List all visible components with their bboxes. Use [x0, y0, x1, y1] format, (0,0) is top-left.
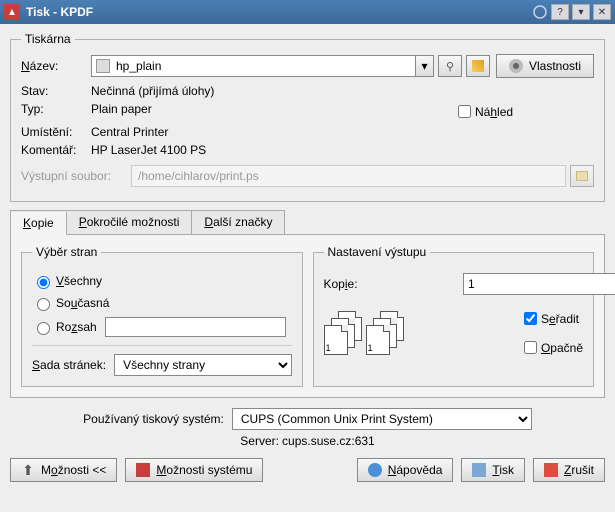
wizard-button[interactable] — [466, 55, 490, 77]
copies-input[interactable] — [463, 273, 615, 295]
print-system-row: Používaný tiskový systém: CUPS (Common U… — [10, 408, 605, 430]
printer-legend: Tiskárna — [21, 32, 75, 46]
comment-value: HP LaserJet 4100 PS — [91, 143, 454, 157]
config-icon — [136, 463, 150, 477]
tab-advanced[interactable]: Pokročilé možnosti — [67, 211, 193, 234]
system-options-button[interactable]: Možnosti systému — [125, 458, 263, 482]
type-value: Plain paper — [91, 102, 454, 121]
help-label: Nápověda — [388, 463, 443, 477]
printer-group: Tiskárna Název: hp_plain ▾ ⚲ Vlastnosti … — [10, 32, 605, 202]
cancel-icon — [544, 463, 558, 477]
page-selection-group: Výběr stran Všechny Současná Rozsah Sada… — [21, 245, 303, 387]
collate-graphic: 321 321 — [324, 311, 404, 355]
wand-icon — [472, 60, 484, 72]
copies-spinner: ▲ ▼ — [463, 273, 583, 295]
bottom-button-bar: ⬆ Možnosti << Možnosti systému Nápověda T… — [10, 458, 605, 482]
preview-checkbox-row: Náhled — [454, 102, 594, 121]
window-title: Tisk - KPDF — [26, 5, 528, 19]
tab-panel-copies: Výběr stran Všechny Současná Rozsah Sada… — [10, 234, 605, 398]
cancel-label: Zrušit — [564, 463, 594, 477]
server-row: Server: cups.suse.cz:631 — [10, 434, 605, 448]
cancel-button[interactable]: Zrušit — [533, 458, 605, 482]
range-input[interactable] — [105, 317, 286, 337]
help-titlebar-button[interactable]: ? — [551, 4, 569, 20]
page-selection-legend: Výběr stran — [32, 245, 101, 259]
system-options-label: Možnosti systému — [156, 463, 252, 477]
copies-label: Kopie: — [324, 277, 382, 291]
server-value: cups.suse.cz:631 — [282, 434, 375, 448]
radio-range-label: Rozsah — [56, 320, 97, 334]
pageset-label: Sada stránek: — [32, 358, 106, 372]
radio-current-label: Současná — [56, 296, 109, 310]
printer-dropdown-button[interactable]: ▾ — [416, 55, 434, 77]
printer-select[interactable]: hp_plain — [91, 55, 416, 77]
output-file-label: Výstupní soubor: — [21, 169, 131, 183]
printer-name-value: hp_plain — [116, 59, 161, 73]
close-button[interactable]: ✕ — [593, 4, 611, 20]
help-icon — [368, 463, 382, 477]
pin-icon: ⚲ — [446, 60, 454, 73]
preview-checkbox[interactable] — [458, 105, 471, 118]
radio-current[interactable] — [37, 298, 50, 311]
location-value: Central Printer — [91, 125, 454, 139]
output-settings-legend: Nastavení výstupu — [324, 245, 431, 259]
radio-all[interactable] — [37, 276, 50, 289]
state-value: Nečinná (přijímá úlohy) — [91, 84, 454, 98]
reverse-checkbox[interactable] — [524, 341, 537, 354]
options-label: Možnosti << — [41, 463, 106, 477]
output-settings-group: Nastavení výstupu Kopie: ▲ ▼ 321 321 Seř… — [313, 245, 595, 387]
location-label: Umístění: — [21, 125, 91, 139]
tab-copies[interactable]: Kopie — [11, 212, 67, 235]
type-label: Typ: — [21, 102, 91, 121]
printer-action-icon — [472, 463, 486, 477]
printer-icon — [96, 59, 110, 73]
properties-label: Vlastnosti — [529, 59, 581, 73]
minimize-button[interactable]: ▾ — [572, 4, 590, 20]
pin-button[interactable]: ⚲ — [438, 55, 462, 77]
radio-all-label: Všechny — [56, 274, 102, 288]
preview-label: Náhled — [475, 105, 513, 119]
output-file-path: /home/cihlarov/print.ps — [131, 165, 566, 187]
tab-marks[interactable]: Další značky — [192, 211, 284, 234]
arrow-up-icon: ⬆ — [21, 463, 35, 477]
print-system-label: Používaný tiskový systém: — [83, 412, 224, 426]
server-label: Server: — [240, 434, 279, 448]
collate-checkbox[interactable] — [524, 312, 537, 325]
pageset-select[interactable]: Všechny strany — [114, 354, 291, 376]
comment-label: Komentář: — [21, 143, 91, 157]
browse-button — [570, 165, 594, 187]
properties-button[interactable]: Vlastnosti — [496, 54, 594, 78]
options-button[interactable]: ⬆ Možnosti << — [10, 458, 117, 482]
gear-icon — [509, 59, 523, 73]
reverse-label: Opačně — [541, 341, 583, 355]
folder-icon — [576, 171, 588, 181]
titlebar[interactable]: ▲ Tisk - KPDF ? ▾ ✕ — [0, 0, 615, 24]
print-button[interactable]: Tisk — [461, 458, 525, 482]
app-icon: ▲ — [4, 4, 20, 20]
name-label: Název: — [21, 59, 91, 73]
help-button[interactable]: Nápověda — [357, 458, 454, 482]
print-system-select[interactable]: CUPS (Common Unix Print System) — [232, 408, 532, 430]
brand-swirl-icon — [532, 4, 548, 20]
print-label: Tisk — [492, 463, 514, 477]
collate-label: Seřadit — [541, 312, 579, 326]
state-label: Stav: — [21, 84, 91, 98]
tab-strip: Kopie Pokročilé možnosti Další značky — [10, 210, 285, 234]
radio-range[interactable] — [37, 322, 50, 335]
